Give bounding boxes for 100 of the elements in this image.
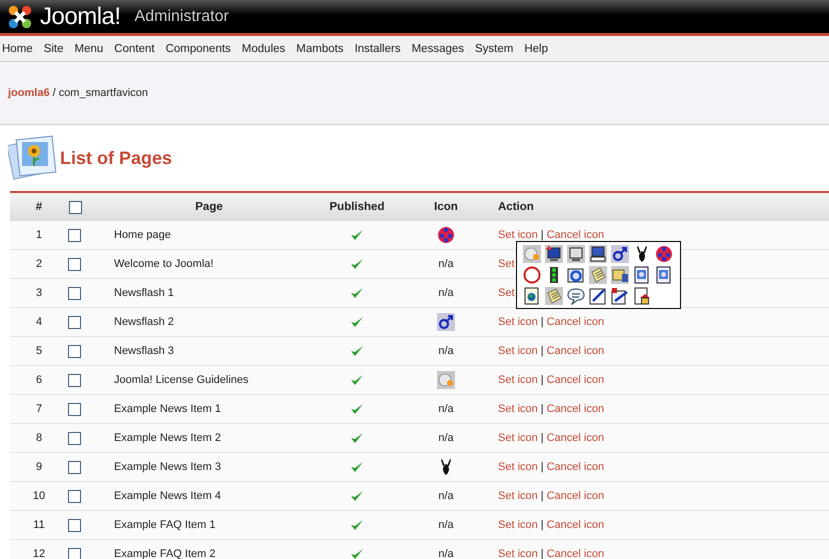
- action-link[interactable]: Set icon: [498, 519, 538, 531]
- action-link[interactable]: Set icon: [498, 345, 538, 357]
- row-checkbox[interactable]: [68, 460, 81, 474]
- check-icon[interactable]: [350, 374, 364, 386]
- male-sign-icon[interactable]: [611, 245, 629, 263]
- menu-item[interactable]: Modules: [242, 42, 286, 54]
- check-icon[interactable]: [350, 432, 364, 444]
- check-icon[interactable]: [350, 403, 364, 416]
- action-link[interactable]: Set icon: [498, 229, 538, 241]
- row-number: 12: [32, 548, 46, 559]
- menu-item[interactable]: Mambots: [296, 42, 344, 54]
- pencil-icon[interactable]: [589, 287, 607, 305]
- note-icon[interactable]: [589, 266, 607, 284]
- action-link[interactable]: Set icon: [498, 403, 538, 415]
- row-checkbox[interactable]: [68, 228, 81, 242]
- page-name: Newsflash 1: [114, 287, 174, 299]
- action-link[interactable]: Set: [498, 287, 515, 299]
- separator: |: [540, 345, 544, 357]
- page-name: Example FAQ Item 2: [114, 548, 216, 559]
- folder-icon[interactable]: [611, 266, 629, 284]
- action-link[interactable]: Set icon: [498, 461, 538, 473]
- check-icon[interactable]: [350, 461, 364, 474]
- computer-icon[interactable]: [589, 245, 607, 263]
- brand-name: Joomla!: [40, 2, 121, 30]
- house-document-icon[interactable]: [633, 287, 651, 305]
- row-number: 2: [36, 258, 42, 270]
- check-icon[interactable]: [350, 229, 364, 242]
- page-name: Example News Item 3: [114, 461, 221, 473]
- breadcrumb-link[interactable]: joomla6: [8, 87, 50, 99]
- globe-document-icon[interactable]: [523, 287, 541, 305]
- browser-icon[interactable]: [567, 266, 585, 284]
- row-checkbox[interactable]: [68, 518, 81, 532]
- action-link[interactable]: Set icon: [498, 432, 538, 444]
- select-all-checkbox[interactable]: [69, 200, 82, 214]
- page-title: List of Pages: [60, 148, 172, 168]
- check-icon[interactable]: [350, 316, 364, 328]
- icon-status: n/a: [438, 519, 454, 531]
- separator: |: [540, 432, 544, 444]
- menu-item[interactable]: System: [475, 42, 514, 54]
- notepad-icon[interactable]: [545, 287, 563, 305]
- row-checkbox[interactable]: [68, 258, 81, 270]
- icon-status: n/a: [438, 490, 454, 502]
- document-icon[interactable]: [633, 266, 651, 284]
- row-checkbox[interactable]: [68, 402, 81, 416]
- row-checkbox[interactable]: [68, 316, 81, 328]
- page-name: Home page: [114, 229, 171, 241]
- menu-item[interactable]: Content: [114, 42, 155, 54]
- column-header: Published: [330, 201, 384, 213]
- ring-icon[interactable]: [523, 266, 541, 284]
- speech-bubble-icon[interactable]: [567, 287, 585, 305]
- menu-item[interactable]: Messages: [412, 42, 464, 54]
- monitor-icon[interactable]: [567, 245, 585, 263]
- separator: |: [540, 548, 544, 559]
- row-number: 4: [36, 316, 42, 328]
- row-number: 6: [36, 374, 42, 386]
- action-link[interactable]: Cancel icon: [546, 519, 604, 531]
- check-icon[interactable]: [350, 287, 364, 300]
- separator: |: [540, 229, 544, 241]
- page-name: Newsflash 3: [114, 345, 174, 357]
- dotted-ball-icon[interactable]: [655, 245, 673, 263]
- row-checkbox[interactable]: [68, 490, 81, 502]
- header-subtitle: Administrator: [134, 8, 229, 26]
- row-checkbox[interactable]: [68, 548, 81, 559]
- action-link[interactable]: Set icon: [498, 316, 538, 328]
- document-icon[interactable]: [655, 266, 673, 284]
- row-checkbox[interactable]: [68, 286, 81, 300]
- row-checkbox[interactable]: [68, 374, 81, 386]
- pen-document-icon[interactable]: [611, 287, 629, 305]
- row-checkbox[interactable]: [68, 432, 81, 444]
- action-link[interactable]: Cancel icon: [546, 345, 604, 357]
- check-icon[interactable]: [350, 548, 364, 559]
- menu-item[interactable]: Menu: [74, 42, 104, 54]
- page-name: Newsflash 2: [114, 316, 174, 328]
- action-link[interactable]: Set: [498, 258, 515, 270]
- action-link[interactable]: Cancel icon: [546, 432, 604, 444]
- separator: |: [540, 461, 544, 473]
- action-link[interactable]: Cancel icon: [546, 461, 604, 473]
- icon-status: n/a: [438, 258, 454, 270]
- action-link[interactable]: Cancel icon: [546, 403, 604, 415]
- menu-item[interactable]: Help: [524, 42, 548, 54]
- action-link[interactable]: Cancel icon: [546, 490, 604, 502]
- action-link[interactable]: Cancel icon: [546, 374, 604, 386]
- separator: |: [540, 519, 544, 531]
- check-icon[interactable]: [350, 345, 364, 358]
- menu-item[interactable]: Site: [44, 42, 64, 54]
- action-link[interactable]: Cancel icon: [546, 229, 604, 241]
- menu-item[interactable]: Home: [2, 42, 33, 54]
- check-icon[interactable]: [350, 258, 364, 270]
- action-link[interactable]: Cancel icon: [546, 548, 604, 559]
- action-link[interactable]: Set icon: [498, 548, 538, 559]
- page-name: Example FAQ Item 1: [114, 519, 216, 531]
- check-icon[interactable]: [350, 519, 364, 532]
- row-checkbox[interactable]: [68, 344, 81, 358]
- action-link[interactable]: Set icon: [498, 374, 538, 386]
- check-icon[interactable]: [350, 490, 364, 502]
- action-link[interactable]: Set icon: [498, 490, 538, 502]
- monitor-icon[interactable]: [545, 245, 563, 263]
- action-link[interactable]: Cancel icon: [546, 316, 604, 328]
- menu-item[interactable]: Components: [166, 42, 231, 54]
- menu-item[interactable]: Installers: [354, 42, 401, 54]
